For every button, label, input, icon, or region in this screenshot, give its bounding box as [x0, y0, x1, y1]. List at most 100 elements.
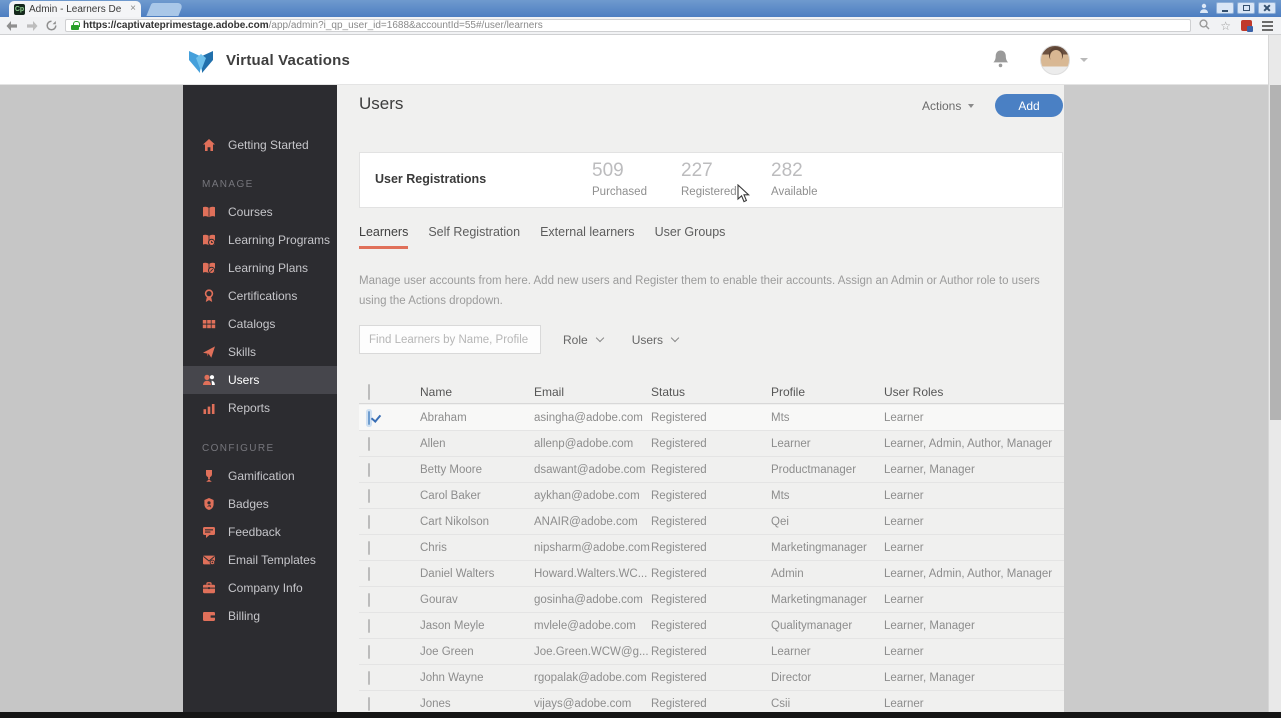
- search-input[interactable]: [359, 325, 541, 354]
- trophy-icon: [206, 470, 212, 482]
- row-checkbox[interactable]: [368, 436, 370, 451]
- actions-dropdown[interactable]: Actions: [922, 99, 975, 113]
- back-icon[interactable]: [6, 20, 18, 31]
- sidebar-item-company-info[interactable]: Company Info: [183, 574, 337, 602]
- tab-close-icon[interactable]: ×: [130, 4, 136, 14]
- browser-tab[interactable]: Cp Admin - Learners De ×: [9, 1, 141, 17]
- filter-bar: Role Users: [359, 325, 680, 354]
- sidebar-item-users[interactable]: Users: [183, 366, 337, 394]
- user-registrations-card: User Registrations 509 Purchased 227 Reg…: [359, 152, 1063, 208]
- refresh-icon[interactable]: [46, 20, 57, 31]
- sidebar-item-catalogs[interactable]: Catalogs: [183, 310, 337, 338]
- browser-toolbar: https://captivateprimestage.adobe.com/ap…: [0, 17, 1281, 35]
- book-icon: [203, 206, 215, 218]
- sidebar-item-billing[interactable]: Billing: [183, 602, 337, 630]
- stat-available: 282 Available: [771, 160, 818, 198]
- briefcase-icon: [203, 582, 215, 594]
- row-checkbox[interactable]: [368, 592, 370, 607]
- table-row[interactable]: John Wayne rgopalak@adobe.com Registered…: [359, 665, 1064, 691]
- add-button[interactable]: Add: [995, 94, 1063, 117]
- close-button[interactable]: [1258, 2, 1276, 14]
- stat-registered: 227 Registered: [681, 160, 737, 198]
- envelope-icon: [203, 555, 216, 566]
- forward-icon[interactable]: [26, 20, 38, 31]
- minimize-button[interactable]: [1216, 2, 1234, 14]
- role-dropdown[interactable]: Role: [563, 333, 604, 347]
- users-dropdown[interactable]: Users: [632, 333, 680, 347]
- scrollbar-track[interactable]: [1268, 35, 1281, 712]
- tabs: Learners Self Registration External lear…: [359, 225, 725, 249]
- registrations-title: User Registrations: [375, 172, 487, 186]
- row-checkbox[interactable]: [368, 540, 370, 555]
- right-gutter: [1064, 85, 1268, 712]
- table-header: Name Email Status Profile User Roles: [359, 380, 1064, 404]
- page-description: Manage user accounts from here. Add new …: [359, 275, 1040, 307]
- avatar[interactable]: [1040, 45, 1070, 75]
- favicon-icon: Cp: [14, 3, 25, 15]
- row-checkbox[interactable]: [368, 514, 370, 529]
- row-checkbox[interactable]: [368, 566, 370, 581]
- sidebar-item-skills[interactable]: Skills: [183, 338, 337, 366]
- sidebar-item-getting-started[interactable]: Getting Started: [183, 131, 337, 159]
- learning-programs-icon: [203, 234, 216, 246]
- table-row[interactable]: Chris nipsharm@adobe.com Registered Mark…: [359, 535, 1064, 561]
- avatar-caret-icon[interactable]: [1080, 58, 1088, 62]
- table-row[interactable]: Joe Green Joe.Green.WCW@g... Registered …: [359, 639, 1064, 665]
- sidebar-item-badges[interactable]: Badges: [183, 490, 337, 518]
- sidebar-item-courses[interactable]: Courses: [183, 198, 337, 226]
- sidebar-item-certifications[interactable]: Certifications: [183, 282, 337, 310]
- menu-icon[interactable]: [1262, 20, 1273, 31]
- table-row[interactable]: Gourav gosinha@adobe.com Registered Mark…: [359, 587, 1064, 613]
- url-bar[interactable]: https://captivateprimestage.adobe.com/ap…: [65, 19, 1192, 32]
- sidebar-item-learning-plans[interactable]: Learning Plans: [183, 254, 337, 282]
- tab-external-learners[interactable]: External learners: [540, 225, 635, 249]
- paper-plane-icon: [203, 346, 215, 358]
- sidebar-item-feedback[interactable]: Feedback: [183, 518, 337, 546]
- table-row[interactable]: Betty Moore dsawant@adobe.com Registered…: [359, 457, 1064, 483]
- zoom-icon[interactable]: [1199, 17, 1210, 35]
- row-checkbox[interactable]: [368, 618, 370, 633]
- mouse-cursor: [737, 183, 751, 208]
- extension-icon[interactable]: [1241, 20, 1253, 32]
- maximize-button[interactable]: [1237, 2, 1255, 14]
- scrollbar-thumb[interactable]: [1270, 85, 1281, 420]
- brand-logo-icon: [185, 45, 217, 80]
- row-checkbox[interactable]: [368, 644, 370, 659]
- page-title: Users: [359, 94, 404, 113]
- sidebar-item-learning-programs[interactable]: Learning Programs: [183, 226, 337, 254]
- tab-title: Admin - Learners De: [29, 3, 122, 15]
- notification-bell-icon[interactable]: [992, 49, 1009, 74]
- main-content: Users Actions Add User Registrations 509…: [337, 85, 1064, 717]
- table-row[interactable]: Jason Meyle mvlele@adobe.com Registered …: [359, 613, 1064, 639]
- tab-self-registration[interactable]: Self Registration: [428, 225, 520, 249]
- tab-learners[interactable]: Learners: [359, 225, 409, 249]
- speech-bubble-icon: [203, 527, 215, 538]
- select-all-checkbox[interactable]: [368, 383, 370, 400]
- row-checkbox[interactable]: [368, 462, 370, 477]
- browser-tabstrip: Cp Admin - Learners De ×: [0, 0, 1281, 17]
- lock-icon: [71, 21, 80, 30]
- new-tab-button[interactable]: [146, 3, 184, 16]
- table-row[interactable]: Abraham asingha@adobe.com Registered Mts…: [359, 405, 1064, 431]
- row-checkbox[interactable]: [368, 696, 370, 711]
- app-header: Virtual Vacations: [0, 35, 1268, 85]
- tab-user-groups[interactable]: User Groups: [655, 225, 726, 249]
- table-row[interactable]: Daniel Walters Howard.Walters.WC... Regi…: [359, 561, 1064, 587]
- table-row[interactable]: Allen allenp@adobe.com Registered Learne…: [359, 431, 1064, 457]
- table-body: Abraham asingha@adobe.com Registered Mts…: [359, 405, 1064, 717]
- sidebar-item-reports[interactable]: Reports: [183, 394, 337, 422]
- row-checkbox[interactable]: [368, 410, 370, 425]
- certification-icon: [204, 289, 214, 302]
- profile-icon[interactable]: [1195, 2, 1213, 14]
- bookmark-star-icon[interactable]: ☆: [1220, 20, 1231, 32]
- sidebar-item-email-templates[interactable]: Email Templates: [183, 546, 337, 574]
- row-checkbox[interactable]: [368, 488, 370, 503]
- row-checkbox[interactable]: [368, 670, 370, 685]
- table-row[interactable]: Carol Baker aykhan@adobe.com Registered …: [359, 483, 1064, 509]
- sidebar-section-configure: CONFIGURE: [202, 442, 275, 454]
- grid-icon: [202, 320, 216, 329]
- sidebar: Getting Started MANAGE Courses Learning …: [183, 85, 337, 712]
- sidebar-item-gamification[interactable]: Gamification: [183, 462, 337, 490]
- table-row[interactable]: Cart Nikolson ANAIR@adobe.com Registered…: [359, 509, 1064, 535]
- url-text: https://captivateprimestage.adobe.com/ap…: [83, 20, 543, 31]
